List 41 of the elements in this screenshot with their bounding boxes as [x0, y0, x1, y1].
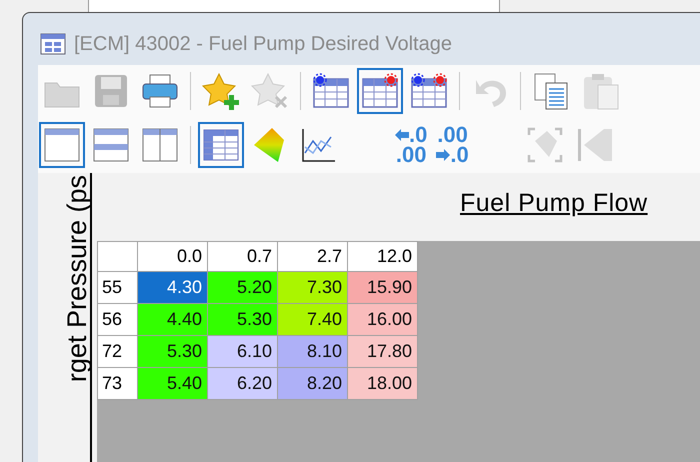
column-header: 0.7	[208, 242, 278, 272]
row-header: 73	[98, 368, 138, 400]
table-cell[interactable]: 4.30	[138, 272, 208, 304]
table-right-gear-icon	[360, 71, 400, 111]
favorite-add-icon	[201, 71, 241, 111]
table-cell[interactable]: 7.40	[278, 304, 348, 336]
table-cell[interactable]: 6.10	[208, 336, 278, 368]
table-cell[interactable]: 5.30	[138, 336, 208, 368]
table-view-button[interactable]	[198, 122, 244, 168]
table-left-gear-icon	[311, 71, 351, 111]
table-cell[interactable]: 5.30	[208, 304, 278, 336]
table-cell[interactable]: 16.00	[348, 304, 418, 336]
layout-single-button[interactable]	[39, 122, 85, 168]
row-header: 56	[98, 304, 138, 336]
column-header: 2.7	[278, 242, 348, 272]
favorite-remove-icon	[250, 71, 290, 111]
table-right-gear-button[interactable]	[357, 68, 403, 114]
window-icon	[40, 33, 66, 55]
window-title: [ECM] 43002 - Fuel Pump Desired Voltage	[74, 32, 452, 57]
table-cell[interactable]: 6.20	[208, 368, 278, 400]
table-cell[interactable]: 8.10	[278, 336, 348, 368]
corner-cell	[98, 242, 138, 272]
y-axis-label: rget Pressure (ps	[63, 175, 91, 382]
column-header: 12.0	[348, 242, 418, 272]
right-arrow-icon	[436, 149, 450, 161]
table-cell[interactable]: 8.20	[278, 368, 348, 400]
column-header: 0.0	[138, 242, 208, 272]
increase-decimals-button[interactable]: .00 .0	[433, 122, 472, 168]
decrease-decimals-button[interactable]: .0 .00	[392, 122, 430, 168]
row-header: 72	[98, 336, 138, 368]
table-cell[interactable]: 5.40	[138, 368, 208, 400]
table-cell[interactable]: 15.90	[348, 272, 418, 304]
left-arrow-icon	[395, 129, 409, 141]
table-cell[interactable]: 17.80	[348, 336, 418, 368]
table-both-gear-icon	[409, 71, 449, 111]
x-axis-label: Fuel Pump Flow	[460, 189, 648, 217]
row-header: 55	[98, 272, 138, 304]
table-cell[interactable]: 5.20	[208, 272, 278, 304]
table-cell[interactable]: 18.00	[348, 368, 418, 400]
table-cell[interactable]: 4.40	[138, 304, 208, 336]
table-cell[interactable]: 7.30	[278, 272, 348, 304]
